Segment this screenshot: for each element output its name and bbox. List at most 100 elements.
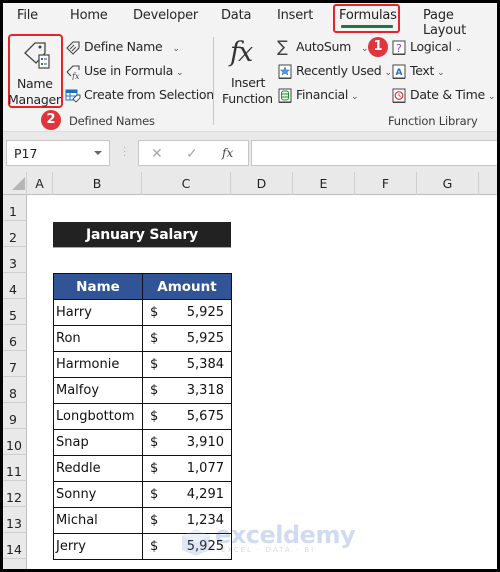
cell-name[interactable]: Harmonie: [53, 351, 143, 378]
cell-amount[interactable]: $5,925: [142, 325, 232, 352]
header-name[interactable]: Name: [53, 273, 143, 300]
row-header[interactable]: 8: [3, 377, 27, 403]
name-manager-button[interactable]: Name Manager: [8, 36, 61, 107]
name-manager-label-1: Name: [17, 76, 53, 91]
row-header[interactable]: 4: [3, 273, 27, 299]
row-header[interactable]: 1: [3, 195, 27, 221]
row-header[interactable]: 7: [3, 351, 27, 377]
header-amount[interactable]: Amount: [142, 273, 232, 300]
table-row: Harry $5,925: [53, 299, 232, 326]
chevron-down-icon: ⌄: [454, 44, 463, 54]
cell-amount[interactable]: $5,675: [142, 403, 232, 430]
define-name-label: Define Name ⌄: [84, 39, 180, 54]
table-header-row: Name Amount: [53, 273, 232, 300]
svg-text:A: A: [396, 68, 403, 78]
tab-file[interactable]: File: [17, 8, 38, 23]
autosum-button[interactable]: ∑ AutoSum ⌄: [277, 37, 369, 57]
tab-data[interactable]: Data: [221, 8, 251, 23]
date-time-button[interactable]: Date & Time ⌄: [392, 87, 496, 105]
row-header[interactable]: 13: [3, 507, 27, 533]
tab-developer[interactable]: Developer: [133, 8, 198, 23]
row-header[interactable]: 3: [3, 247, 27, 273]
column-header-g[interactable]: G: [417, 172, 479, 195]
column-header-e[interactable]: E: [293, 172, 355, 195]
column-header-d[interactable]: D: [231, 172, 293, 195]
row-header[interactable]: 14: [3, 533, 27, 559]
cell-name[interactable]: Michal: [53, 507, 143, 534]
recently-used-label: Recently Used ⌄: [296, 63, 392, 78]
sheet-title-cell[interactable]: January Salary: [53, 222, 231, 248]
name-box-value: P17: [14, 146, 38, 161]
name-box-dropdown-icon[interactable]: [94, 151, 102, 155]
cell-name[interactable]: Jerry: [53, 533, 143, 560]
column-header-c[interactable]: C: [142, 172, 231, 195]
define-name-button[interactable]: Define Name ⌄: [65, 39, 180, 57]
cell-name[interactable]: Reddle: [53, 455, 143, 482]
tab-home[interactable]: Home: [70, 8, 108, 23]
cancel-icon[interactable]: ✕: [151, 145, 163, 162]
row-header[interactable]: 10: [3, 429, 27, 455]
insert-function-button[interactable]: fx Insert Function: [218, 37, 273, 107]
spreadsheet-grid[interactable]: A B C D E F G 1 2 3 4 5 6 7 8 9 10 11 12…: [3, 172, 497, 569]
formula-bar-grip[interactable]: · · ·: [123, 143, 126, 161]
text-label: Text ⌄: [410, 63, 445, 78]
text-function-icon: A: [392, 64, 406, 79]
cell-amount[interactable]: $3,318: [142, 377, 232, 404]
cell-amount[interactable]: $1,077: [142, 455, 232, 482]
svg-text:?: ?: [396, 42, 402, 55]
logical-button[interactable]: ? Logical ⌄: [392, 39, 462, 57]
use-in-formula-button[interactable]: fx Use in Formula ⌄: [65, 63, 184, 81]
tab-insert[interactable]: Insert: [277, 8, 313, 23]
cell-name[interactable]: Harry: [53, 299, 143, 326]
financial-button[interactable]: Financial ⌄: [277, 87, 361, 105]
row-header[interactable]: 11: [3, 455, 27, 481]
name-manager-icon: [24, 42, 50, 69]
svg-text:fx: fx: [71, 72, 80, 80]
name-box[interactable]: P17: [6, 140, 110, 166]
cell-amount[interactable]: $3,910: [142, 429, 232, 456]
text-button[interactable]: A Text ⌄: [392, 63, 452, 81]
create-from-selection-button[interactable]: Create from Selection: [65, 87, 214, 105]
amount-value: 5,675: [186, 409, 224, 424]
financial-icon: [278, 88, 292, 103]
cell-name[interactable]: Malfoy: [53, 377, 143, 404]
table-row: Snap $3,910: [53, 429, 232, 456]
chevron-down-icon: ⌄: [172, 44, 180, 54]
cell-amount[interactable]: $5,925: [142, 299, 232, 326]
tab-formulas[interactable]: Formulas: [339, 8, 397, 23]
row-header[interactable]: 2: [3, 221, 27, 247]
cell-amount[interactable]: $5,384: [142, 351, 232, 378]
cell-name[interactable]: Sonny: [53, 481, 143, 508]
cell-name[interactable]: Snap: [53, 429, 143, 456]
excel-window: File Home Developer Data Insert Formulas…: [3, 3, 497, 569]
active-tab-underline: [341, 25, 393, 28]
column-header-f[interactable]: F: [355, 172, 417, 195]
insert-function-icon: fx: [230, 37, 253, 68]
chevron-down-icon: ⌄: [437, 68, 445, 78]
amount-value: 5,925: [186, 331, 224, 346]
select-all-corner[interactable]: [3, 172, 27, 195]
column-header-a[interactable]: A: [27, 172, 53, 195]
group-label-function-library: Function Library: [388, 114, 478, 128]
recently-used-icon: [278, 64, 292, 79]
use-in-formula-label: Use in Formula ⌄: [84, 63, 184, 78]
cell-amount[interactable]: $4,291: [142, 481, 232, 508]
autosum-label: AutoSum ⌄: [296, 39, 369, 54]
cell-name[interactable]: Longbottom: [53, 403, 143, 430]
row-header[interactable]: 9: [3, 403, 27, 429]
watermark: exceldemy EXCEL · DATA · BI: [179, 521, 356, 562]
formula-input[interactable]: [251, 140, 497, 166]
cell-name[interactable]: Ron: [53, 325, 143, 352]
row-header[interactable]: 6: [3, 325, 27, 351]
create-from-selection-label: Create from Selection: [84, 87, 214, 102]
recently-used-button[interactable]: Recently Used ⌄: [277, 63, 392, 81]
column-header-b[interactable]: B: [53, 172, 142, 195]
row-header[interactable]: 12: [3, 481, 27, 507]
amount-value: 3,910: [186, 435, 224, 450]
amount-value: 1,077: [186, 461, 224, 476]
insert-function-label-2: Function: [222, 91, 273, 106]
enter-icon[interactable]: ✓: [186, 145, 198, 162]
table-row: Malfoy $3,318: [53, 377, 232, 404]
insert-function-fx-icon[interactable]: fx: [222, 146, 233, 160]
row-header[interactable]: 5: [3, 299, 27, 325]
